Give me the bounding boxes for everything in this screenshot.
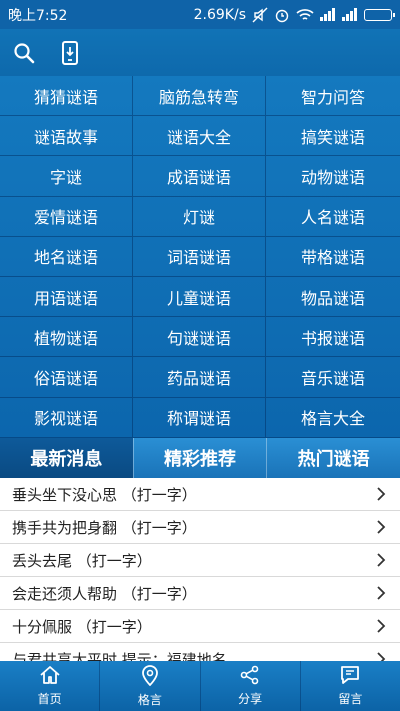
status-bar: 晚上7:52 2.69K/s (0, 0, 400, 29)
home-icon (39, 665, 61, 688)
signal-icon-2 (342, 8, 358, 21)
list-item[interactable]: 会走还须人帮助 （打一字） (0, 577, 400, 610)
nav-home[interactable]: 首页 (0, 661, 99, 711)
category-cell[interactable]: 句谜谜语 (133, 317, 266, 358)
category-cell[interactable]: 爱情谜语 (0, 196, 133, 237)
category-cell[interactable]: 药品谜语 (133, 357, 266, 398)
battery-icon (364, 8, 395, 21)
list-item-text: 垂头坐下没心思 （打一字） (12, 485, 197, 504)
list-item[interactable]: 垂头坐下没心思 （打一字） (0, 478, 400, 511)
category-cell[interactable]: 用语谜语 (0, 276, 133, 318)
status-time: 晚上7:52 (8, 7, 68, 24)
list-item-text: 与君共享太平时 提示：福建地名 (12, 650, 227, 662)
list-item-text: 丢头去尾 （打一字） (12, 551, 152, 570)
status-icons: 2.69K/s (193, 6, 395, 23)
category-cell[interactable]: 音乐谜语 (266, 357, 400, 398)
riddle-list: 垂头坐下没心思 （打一字） 携手共为把身翻 （打一字） 丢头去尾 （打一字） 会… (0, 478, 400, 661)
category-cell[interactable]: 物品谜语 (266, 277, 400, 318)
chevron-right-icon (374, 652, 388, 661)
phone-download-icon[interactable] (58, 40, 82, 65)
mute-icon (252, 7, 268, 23)
category-cell[interactable]: 俗语谜语 (0, 357, 133, 398)
category-cell[interactable]: 称谓谜语 (133, 397, 266, 438)
chevron-right-icon (374, 553, 388, 567)
content-tabs: 最新消息 精彩推荐 热门谜语 (0, 438, 400, 478)
network-speed: 2.69K/s (193, 6, 246, 23)
list-item[interactable]: 丢头去尾 （打一字） (0, 544, 400, 577)
category-cell[interactable]: 脑筋急转弯 (133, 76, 266, 117)
category-cell[interactable]: 灯谜 (133, 196, 266, 237)
category-cell[interactable]: 带格谜语 (266, 237, 400, 277)
nav-share[interactable]: 分享 (199, 661, 300, 711)
category-cell[interactable]: 儿童谜语 (133, 276, 266, 318)
category-cell[interactable]: 书报谜语 (266, 317, 400, 358)
list-item[interactable]: 与君共享太平时 提示：福建地名 (0, 643, 400, 661)
chevron-right-icon (374, 487, 388, 501)
list-item[interactable]: 十分佩服 （打一字） (0, 610, 400, 643)
category-cell[interactable]: 动物谜语 (266, 156, 400, 197)
location-pin-icon (141, 664, 159, 689)
category-cell[interactable]: 猜猜谜语 (0, 76, 133, 117)
category-cell[interactable]: 智力问答 (266, 76, 400, 117)
nav-quotes[interactable]: 格言 (99, 661, 199, 711)
message-edit-icon (339, 665, 361, 688)
nav-quotes-label: 格言 (137, 693, 162, 707)
bottom-nav: 首页 格言 分享 留言 (0, 661, 400, 711)
wifi-icon (296, 8, 314, 22)
category-cell[interactable]: 地名谜语 (0, 236, 133, 277)
category-cell[interactable]: 词语谜语 (133, 236, 266, 277)
tab-latest-news[interactable]: 最新消息 (0, 438, 133, 478)
category-cell[interactable]: 人名谜语 (266, 197, 400, 237)
nav-share-label: 分享 (238, 692, 263, 706)
top-toolbar (0, 29, 400, 76)
share-icon (240, 665, 260, 688)
category-grid: 猜猜谜语 脑筋急转弯 智力问答 谜语故事 谜语大全 搞笑谜语 字谜 成语谜语 动… (0, 76, 400, 438)
category-cell[interactable]: 谜语大全 (133, 116, 266, 157)
category-cell[interactable]: 影视谜语 (0, 397, 133, 438)
list-item-text: 十分佩服 （打一字） (12, 617, 152, 636)
category-cell[interactable]: 植物谜语 (0, 317, 133, 358)
list-item[interactable]: 携手共为把身翻 （打一字） (0, 511, 400, 544)
alarm-icon (274, 7, 290, 23)
signal-icon (320, 8, 336, 21)
tab-recommended[interactable]: 精彩推荐 (132, 438, 267, 478)
nav-message[interactable]: 留言 (299, 661, 400, 711)
nav-message-label: 留言 (338, 692, 363, 706)
tab-popular-riddles[interactable]: 热门谜语 (266, 438, 400, 478)
chevron-right-icon (374, 586, 388, 600)
list-item-text: 会走还须人帮助 （打一字） (12, 584, 197, 603)
category-cell[interactable]: 字谜 (0, 156, 133, 197)
category-cell[interactable]: 成语谜语 (133, 156, 266, 197)
category-cell[interactable]: 搞笑谜语 (266, 116, 400, 157)
nav-home-label: 首页 (37, 692, 62, 706)
category-cell[interactable]: 谜语故事 (0, 116, 133, 157)
search-icon[interactable] (12, 41, 36, 65)
list-item-text: 携手共为把身翻 （打一字） (12, 518, 197, 537)
category-cell[interactable]: 格言大全 (266, 398, 400, 438)
chevron-right-icon (374, 619, 388, 633)
chevron-right-icon (374, 520, 388, 534)
